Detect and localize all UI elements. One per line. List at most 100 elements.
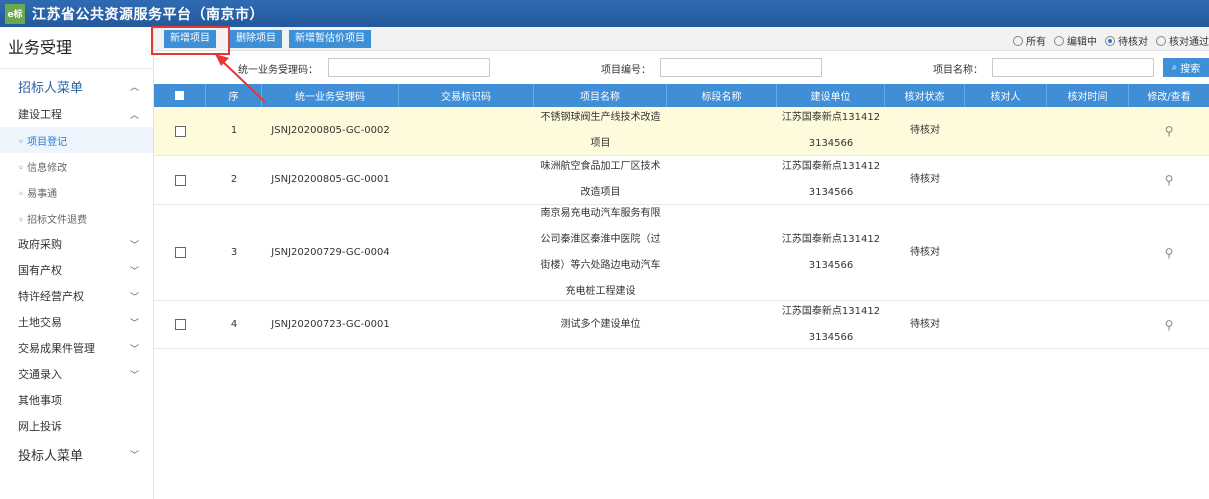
cell-code: JSNJ20200805-GC-0001 [271,174,390,185]
header-cell: 修改/查看 [1147,92,1191,103]
sidebar-item-label: 建设工程 [18,108,62,121]
cell-status: 待核对 [910,318,940,330]
sidebar-subitem-project-register[interactable]: ◦ 项目登记 [0,127,153,153]
view-button[interactable]: ⚲ [1129,107,1209,155]
magnifier-icon: ⚲ [1164,317,1174,332]
chevron-down-icon: ﹀ [129,370,139,381]
sidebar-item-label: 交易成果件管理 [18,342,95,355]
sidebar-subitem-info-modify[interactable]: ◦ 信息修改 [0,153,153,179]
row-checkbox[interactable] [154,301,206,348]
header-cell: 建设单位 [777,84,885,107]
chevron-down-icon: ﹀ [129,266,139,277]
cell-project-name: 味洲航空食品加工厂区技术 改造项目 [534,156,667,204]
sidebar-group-tenderer[interactable]: 招标人菜单 ︿ [0,71,153,101]
add-provisional-project-button[interactable]: 新增暂估价项目 [289,30,371,48]
project-name-input[interactable] [992,58,1154,77]
checkbox-icon [175,91,184,100]
view-button[interactable]: ⚲ [1129,156,1209,204]
sidebar-subitem-refund[interactable]: ◦ 招标文件退费 [0,205,153,231]
unified-code-input[interactable] [328,58,490,77]
sidebar-subitem-yishitong[interactable]: ◦ 易事通 [0,179,153,205]
sidebar-item-land[interactable]: 土地交易 ﹀ [0,309,153,335]
sidebar-title: 业务受理 [0,27,153,69]
radio-icon [1013,35,1023,46]
toolbar: 新增项目 删除项目 新增暂估价项目 所有 编辑中 待核对 核对通过 [154,27,1209,51]
radio-all[interactable]: 所有 [1013,33,1046,48]
chevron-down-icon: ﹀ [129,344,139,355]
row-checkbox[interactable] [154,107,206,155]
cell-trade-id [399,156,534,204]
header-select-all[interactable] [154,84,206,107]
cell-index: 1 [230,125,238,136]
text-line: 江苏国泰新点131412 [781,233,881,245]
search-button[interactable]: ⌕ 搜索 [1163,58,1209,77]
radio-label: 待核对 [1118,37,1148,48]
cell-trade-id [399,107,534,155]
checkbox-icon [174,247,186,258]
annotation-arrow-icon [215,54,266,103]
sidebar-item-gov-purchase[interactable]: 政府采购 ﹀ [0,231,153,257]
sidebar-item-label: 交通录入 [18,368,62,381]
magnifier-icon: ⚲ [1164,173,1174,187]
cell-trade-id [399,301,534,348]
cell-builder: 江苏国泰新点131412 3134566 [777,205,885,300]
chevron-down-icon: ﹀ [129,450,139,461]
status-filter: 所有 编辑中 待核对 核对通过 [1013,33,1209,48]
logo: e标 [5,3,25,24]
sidebar-group-bidder[interactable]: 投标人菜单 ﹀ [0,439,153,469]
text-line: 江苏国泰新点131412 [781,161,881,172]
cell-section-name [667,107,777,155]
row-checkbox[interactable] [154,156,206,204]
search-icon: ⌕ [1171,62,1178,73]
app-title: 江苏省公共资源服务平台（南京市） [32,6,264,23]
header-cell: 核对状态 [885,84,965,107]
delete-project-button[interactable]: 删除项目 [230,30,282,48]
header-cell: 核对人 [965,84,1047,107]
chevron-down-icon: ﹀ [129,318,139,329]
cell-check-time [1047,205,1129,300]
text-line: 味洲航空食品加工厂区技术 [540,161,661,172]
radio-approved[interactable]: 核对通过 [1156,33,1209,48]
text-line: 公司秦淮区秦淮中医院（过 [540,233,661,245]
cell-checker [965,301,1047,348]
magnifier-icon: ⚲ [1164,245,1174,260]
radio-label: 核对通过 [1169,37,1209,48]
checkbox-icon [174,319,186,330]
sidebar-item-complaint[interactable]: 网上投诉 [0,413,153,439]
sidebar-item-results[interactable]: 交易成果件管理 ﹀ [0,335,153,361]
row-checkbox[interactable] [154,205,206,300]
project-number-input[interactable] [660,58,822,77]
chevron-down-icon: ﹀ [129,240,139,251]
header-cell: 统一业务受理码 [262,84,399,107]
table-header: 序 统一业务受理码 交易标识码 项目名称 标段名称 建设单位 核对状态 核对人 … [154,84,1209,107]
radio-editing[interactable]: 编辑中 [1054,33,1097,48]
cell-status: 待核对 [910,174,940,185]
header-cell: 项目名称 [534,84,667,107]
cell-section-name [667,301,777,348]
radio-pending[interactable]: 待核对 [1105,33,1148,48]
cell-checker [965,205,1047,300]
cell-code: JSNJ20200729-GC-0004 [271,246,390,258]
view-button[interactable]: ⚲ [1129,205,1209,300]
sidebar-group-label: 投标人菜单 [18,448,84,464]
cell-check-time [1047,301,1129,348]
cell-project-name: 测试多个建设单位 [534,301,667,348]
sidebar-item-construction[interactable]: 建设工程 ︿ [0,101,153,127]
cell-checker [965,107,1047,155]
text-line: 街楼）等六处路边电动汽车 [540,259,661,271]
sidebar-item-other[interactable]: 其他事项 [0,387,153,413]
sidebar-item-state-property[interactable]: 国有产权 ﹀ [0,257,153,283]
cell-builder: 江苏国泰新点131412 3134566 [777,107,885,155]
checkbox-icon [174,174,186,186]
cell-project-name: 南京易充电动汽车服务有限 公司秦淮区秦淮中医院（过 街楼）等六处路边电动汽车 充… [534,205,667,300]
sidebar-item-franchise[interactable]: 特许经营产权 ﹀ [0,283,153,309]
header-cell: 交易标识码 [399,84,534,107]
cell-code: JSNJ20200723-GC-0001 [271,318,390,330]
table-row: 4 JSNJ20200723-GC-0001 测试多个建设单位 江苏国泰新点13… [154,301,1209,349]
view-button[interactable]: ⚲ [1129,301,1209,348]
cell-index: 4 [230,318,238,330]
sidebar-item-label: 政府采购 [18,238,62,251]
cell-status: 待核对 [910,246,940,258]
cell-code: JSNJ20200805-GC-0002 [271,125,390,136]
sidebar-item-traffic[interactable]: 交通录入 ﹀ [0,361,153,387]
